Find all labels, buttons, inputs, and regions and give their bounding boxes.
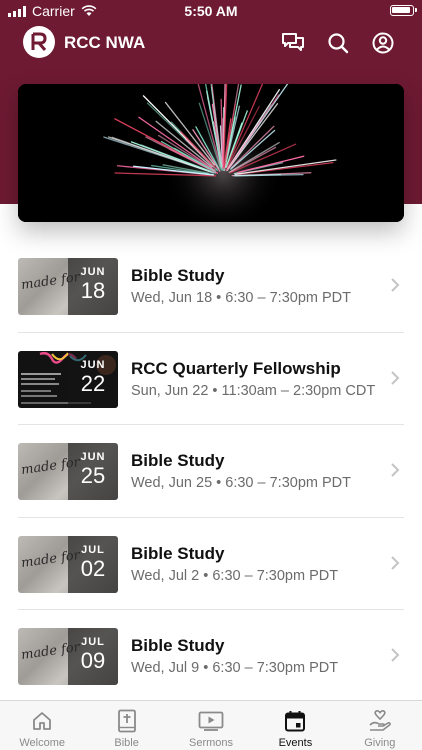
fireworks-image <box>18 84 404 222</box>
date-badge: JUL 02 <box>68 535 118 593</box>
tab-events[interactable]: Events <box>253 701 337 750</box>
search-icon <box>328 33 349 54</box>
event-thumbnail: made for JUL 09 <box>18 628 118 686</box>
tab-label: Welcome <box>19 737 66 749</box>
app-title: RCC NWA <box>64 33 146 52</box>
event-row[interactable]: made for JUN 18 Bible Study Wed, Jun 18 … <box>0 240 422 333</box>
event-row[interactable]: made for JUL 09 Bible Study Wed, Jul 9 •… <box>0 610 422 703</box>
event-thumbnail: JUN 22 <box>18 350 118 408</box>
church-logo[interactable] <box>23 26 55 58</box>
event-month: JUL <box>81 543 105 556</box>
profile-icon <box>372 32 394 54</box>
event-month: JUN <box>80 358 106 371</box>
tab-label: Bible <box>114 737 139 749</box>
event-title: RCC Quarterly Fellowship <box>131 358 341 378</box>
event-row[interactable]: JUN 22 RCC Quarterly Fellowship Sun, Jun… <box>0 333 422 426</box>
bible-icon <box>117 709 136 733</box>
app-header: RCC NWA <box>0 26 422 62</box>
date-badge: JUN 22 <box>68 350 118 408</box>
event-month: JUN <box>80 451 106 464</box>
status-bar: Carrier 5:50 AM <box>0 0 422 22</box>
event-time: Sun, Jun 22 • 11:30am – 2:30pm CDT <box>131 382 376 399</box>
event-day: 22 <box>80 370 106 396</box>
event-title: Bible Study <box>131 266 225 285</box>
tab-bible[interactable]: Bible <box>84 701 168 750</box>
event-day: 02 <box>80 555 106 581</box>
event-title: Bible Study <box>131 636 225 656</box>
date-badge: JUL 09 <box>68 628 118 686</box>
home-icon <box>33 712 52 730</box>
event-month: JUN <box>80 266 106 278</box>
status-time: 5:50 AM <box>184 3 238 19</box>
event-month: JUL <box>81 636 105 649</box>
battery-icon <box>390 5 417 16</box>
event-title: Bible Study <box>131 543 225 563</box>
event-title: Bible Study <box>131 451 225 471</box>
event-time: Wed, Jul 9 • 6:30 – 7:30pm PDT <box>131 660 339 677</box>
profile-button[interactable] <box>370 30 396 56</box>
event-thumbnail: made for JUN 18 <box>18 258 118 315</box>
event-thumbnail: made for JUL 02 <box>18 535 118 593</box>
chevron-right-icon <box>391 648 400 663</box>
event-row[interactable]: made for JUL 02 Bible Study Wed, Jul 2 •… <box>0 518 422 611</box>
event-time: Wed, Jun 18 • 6:30 – 7:30pm PDT <box>131 290 352 306</box>
tab-label: Events <box>278 737 313 749</box>
tab-welcome[interactable]: Welcome <box>0 701 84 750</box>
chevron-right-icon <box>391 556 400 570</box>
tab-bar: Welcome Bible Sermons Events Giving <box>0 700 422 750</box>
event-thumbnail: made for JUN 25 <box>18 443 118 501</box>
event-row[interactable]: made for JUN 25 Bible Study Wed, Jun 25 … <box>0 425 422 518</box>
date-badge: JUN 25 <box>68 443 118 501</box>
event-time: Wed, Jul 2 • 6:30 – 7:30pm PDT <box>131 567 339 584</box>
chevron-right-icon <box>391 463 400 477</box>
tab-sermons[interactable]: Sermons <box>169 701 253 750</box>
tab-giving[interactable]: Giving <box>338 701 422 750</box>
event-day: 09 <box>80 648 106 674</box>
chevron-right-icon <box>391 278 400 292</box>
event-time: Wed, Jun 25 • 6:30 – 7:30pm PDT <box>131 475 352 492</box>
tab-label: Giving <box>364 737 396 749</box>
video-icon <box>198 711 224 731</box>
search-button[interactable] <box>325 30 351 56</box>
tab-label: Sermons <box>189 737 234 749</box>
event-day: 18 <box>80 278 106 303</box>
giving-icon <box>369 710 391 731</box>
hero-banner[interactable] <box>18 84 404 222</box>
chat-icon <box>282 33 304 51</box>
logo-mark-icon <box>31 32 47 51</box>
chevron-right-icon <box>391 370 400 385</box>
events-list: made for JUN 18 Bible Study Wed, Jun 18 … <box>0 240 422 703</box>
event-day: 25 <box>80 463 106 489</box>
messages-button[interactable] <box>280 30 306 56</box>
date-badge: JUN 18 <box>68 258 118 315</box>
calendar-icon <box>285 711 306 732</box>
